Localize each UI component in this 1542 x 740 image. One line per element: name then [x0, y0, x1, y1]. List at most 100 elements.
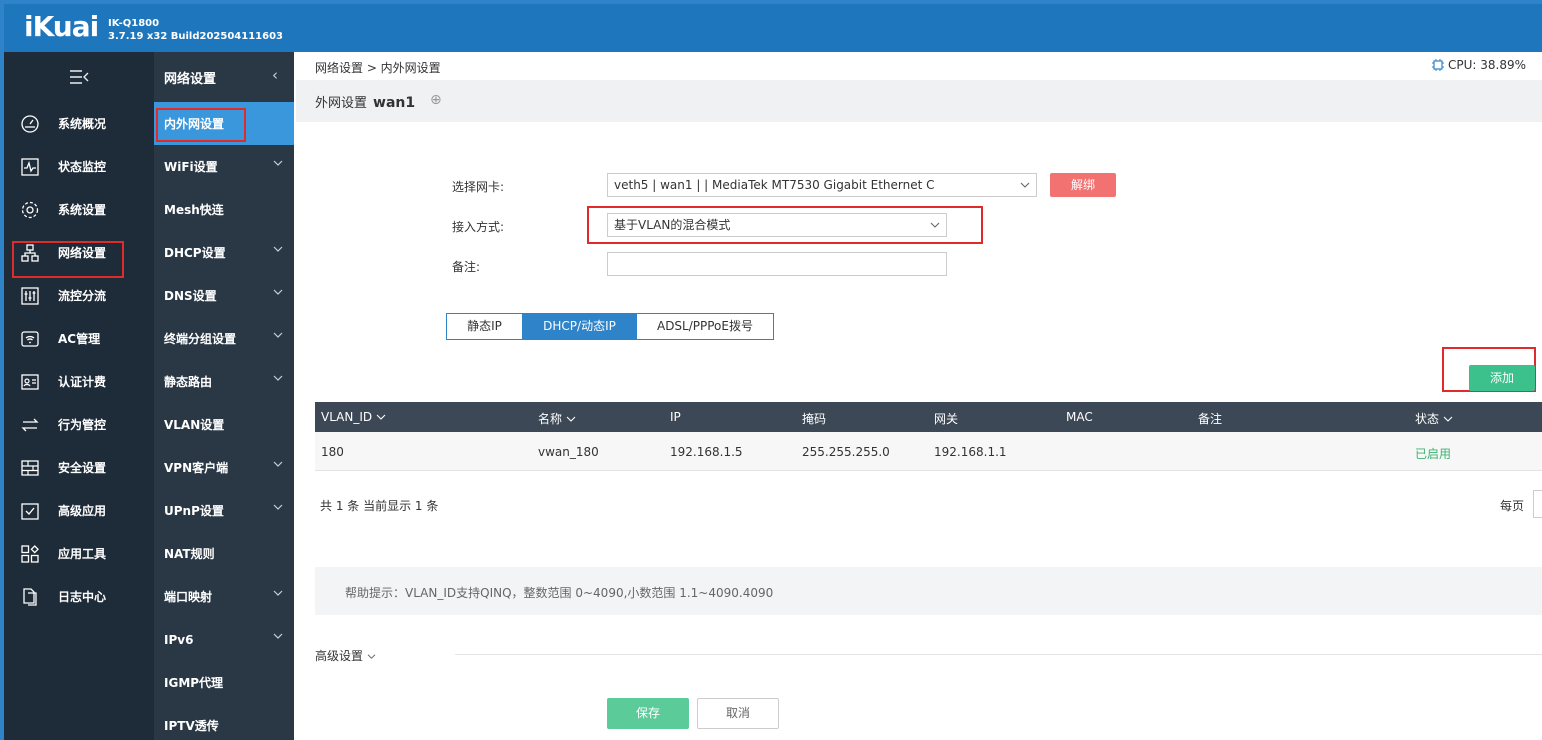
subsidebar-item-dns[interactable]: DNS设置: [154, 274, 294, 317]
chevron-left-icon[interactable]: ‹: [272, 66, 278, 84]
col-name[interactable]: 名称: [538, 410, 576, 427]
sidebar-item-flow-control[interactable]: 流控分流: [4, 274, 154, 317]
cancel-button[interactable]: 取消: [697, 698, 779, 729]
sidebar-item-advanced-apps[interactable]: 高级应用: [4, 489, 154, 532]
chevron-down-icon: [273, 246, 283, 252]
sidebar-item-label: 认证计费: [58, 375, 107, 389]
remark-input[interactable]: [607, 252, 947, 276]
sidebar-item-behavior-control[interactable]: 行为管控: [4, 403, 154, 446]
chevron-down-icon: [273, 461, 283, 467]
sidebar-item-monitor[interactable]: 状态监控: [4, 145, 154, 188]
sidebar-item-tools[interactable]: 应用工具: [4, 532, 154, 575]
subsidebar-item-iptv[interactable]: IPTV透传: [154, 704, 294, 740]
nic-select-value: veth5 | wan1 | | MediaTek MT7530 Gigabit…: [614, 178, 935, 192]
ikuai-logo: iKuai: [24, 10, 99, 43]
gear-icon: [21, 201, 39, 218]
subsidebar-item-label: IPv6: [164, 632, 194, 647]
subsidebar-item-igmp[interactable]: IGMP代理: [154, 661, 294, 704]
record-count: 共 1 条 当前显示 1 条: [320, 499, 439, 513]
firewall-icon: [21, 459, 39, 476]
cell-vlan-id: 180: [321, 445, 344, 459]
table-row[interactable]: 180 vwan_180 192.168.1.5 255.255.255.0 1…: [315, 432, 1542, 471]
unbind-button[interactable]: 解绑: [1050, 173, 1116, 197]
sort-chevron-icon: [376, 414, 386, 420]
breadcrumb: 网络设置 > 内外网设置: [315, 61, 441, 75]
chevron-down-icon: [273, 633, 283, 639]
sidebar-item-label: 应用工具: [58, 547, 107, 561]
subsidebar-item-port-mapping[interactable]: 端口映射: [154, 575, 294, 618]
nic-label: 选择网卡:: [452, 180, 505, 194]
cell-mask: 255.255.255.0: [802, 445, 890, 459]
subsidebar-item-upnp[interactable]: UPnP设置: [154, 489, 294, 532]
wan-name: wan1: [373, 95, 416, 111]
subsidebar-item-label: 内外网设置: [164, 117, 225, 131]
add-button[interactable]: 添加: [1469, 365, 1535, 391]
sidebar-item-log-center[interactable]: 日志中心: [4, 575, 154, 618]
sidebar-item-label: 系统概况: [58, 117, 107, 131]
pulse-monitor-icon: [21, 157, 39, 176]
advanced-settings-label: 高级设置: [315, 649, 364, 663]
subsidebar-item-ipv6[interactable]: IPv6: [154, 618, 294, 661]
subsidebar-item-static-route[interactable]: 静态路由: [154, 360, 294, 403]
sidebar-item-label: 安全设置: [58, 461, 107, 475]
tab-dhcp[interactable]: DHCP/动态IP: [523, 314, 637, 339]
col-label: 状态: [1415, 412, 1440, 426]
per-page-select[interactable]: [1533, 490, 1542, 518]
table-header: VLAN_ID 名称 IP 掩码 网关 MAC 备注 状态: [315, 402, 1542, 432]
subsidebar-item-terminal-group[interactable]: 终端分组设置: [154, 317, 294, 360]
cpu-usage-text: CPU: 38.89%: [1447, 58, 1526, 72]
subsidebar-item-label: VPN客户端: [164, 461, 229, 475]
subsidebar-item-wifi[interactable]: WiFi设置: [154, 145, 294, 188]
top-header: iKuai IK-Q1800 3.7.19 x32 Build202504111…: [0, 0, 1542, 52]
sort-chevron-icon: [1443, 416, 1453, 422]
subsidebar-item-mesh[interactable]: Mesh快连: [154, 188, 294, 231]
sidebar-item-label: 流控分流: [58, 289, 107, 303]
subsidebar-item-wan-lan[interactable]: 内外网设置: [154, 102, 294, 145]
status-badge: 已启用: [1415, 447, 1452, 461]
sidebar-item-auth-billing[interactable]: 认证计费: [4, 360, 154, 403]
subsidebar-item-vpn-client[interactable]: VPN客户端: [154, 446, 294, 489]
device-model: IK-Q1800: [108, 18, 160, 29]
cpu-usage: CPU: 38.89%: [1431, 58, 1526, 72]
firmware-version: 3.7.19 x32 Build202504111603: [108, 31, 284, 42]
sort-chevron-icon: [566, 416, 576, 422]
cpu-chip-icon: [1431, 59, 1444, 71]
sidebar-item-system-settings[interactable]: 系统设置: [4, 188, 154, 231]
advanced-settings-toggle[interactable]: 高级设置: [315, 647, 376, 664]
col-label: 名称: [538, 412, 563, 426]
sliders-icon: [21, 286, 39, 305]
col-ip: IP: [670, 410, 681, 424]
add-circle-icon[interactable]: ⊕: [430, 92, 442, 108]
col-mac: MAC: [1066, 410, 1093, 424]
subheader-title: 外网设置 wan1: [315, 92, 415, 111]
sidebar-item-ac-management[interactable]: AC管理: [4, 317, 154, 360]
menu-collapse-icon[interactable]: [4, 52, 154, 102]
sidebar-item-label: 网络设置: [58, 246, 107, 260]
dashboard-gauge-icon: [21, 114, 39, 133]
subsidebar-item-vlan[interactable]: VLAN设置: [154, 403, 294, 446]
subsidebar-item-nat[interactable]: NAT规则: [154, 532, 294, 575]
chevron-down-icon: [273, 375, 283, 381]
sidebar-item-label: 系统设置: [58, 203, 107, 217]
tab-pppoe[interactable]: ADSL/PPPoE拨号: [637, 314, 773, 339]
subsidebar-item-label: 静态路由: [164, 375, 213, 389]
col-status[interactable]: 状态: [1415, 410, 1453, 427]
subsidebar-item-dhcp[interactable]: DHCP设置: [154, 231, 294, 274]
subsidebar-item-label: IPTV透传: [164, 719, 219, 733]
subsidebar-item-label: DNS设置: [164, 289, 217, 303]
check-box-icon: [21, 502, 39, 520]
header-bar: iKuai IK-Q1800 3.7.19 x32 Build202504111…: [4, 4, 1542, 52]
sidebar-item-overview[interactable]: 系统概况: [4, 102, 154, 145]
sidebar-item-label: 状态监控: [58, 160, 107, 174]
col-vlan-id[interactable]: VLAN_ID: [321, 410, 386, 424]
help-tip-box: 帮助提示：VLAN_ID支持QINQ，整数范围 0~4090,小数范围 1.1~…: [315, 567, 1542, 615]
nic-select[interactable]: veth5 | wan1 | | MediaTek MT7530 Gigabit…: [607, 173, 1037, 197]
sidebar-item-security[interactable]: 安全设置: [4, 446, 154, 489]
tab-static-ip[interactable]: 静态IP: [447, 314, 523, 339]
id-card-icon: [21, 373, 39, 390]
save-button[interactable]: 保存: [607, 698, 689, 729]
subsidebar-item-label: 端口映射: [164, 590, 213, 604]
access-type-tabs: 静态IP DHCP/动态IP ADSL/PPPoE拨号: [446, 313, 774, 340]
col-remark: 备注: [1198, 412, 1223, 426]
sidebar-item-network-settings[interactable]: 网络设置: [4, 231, 154, 278]
